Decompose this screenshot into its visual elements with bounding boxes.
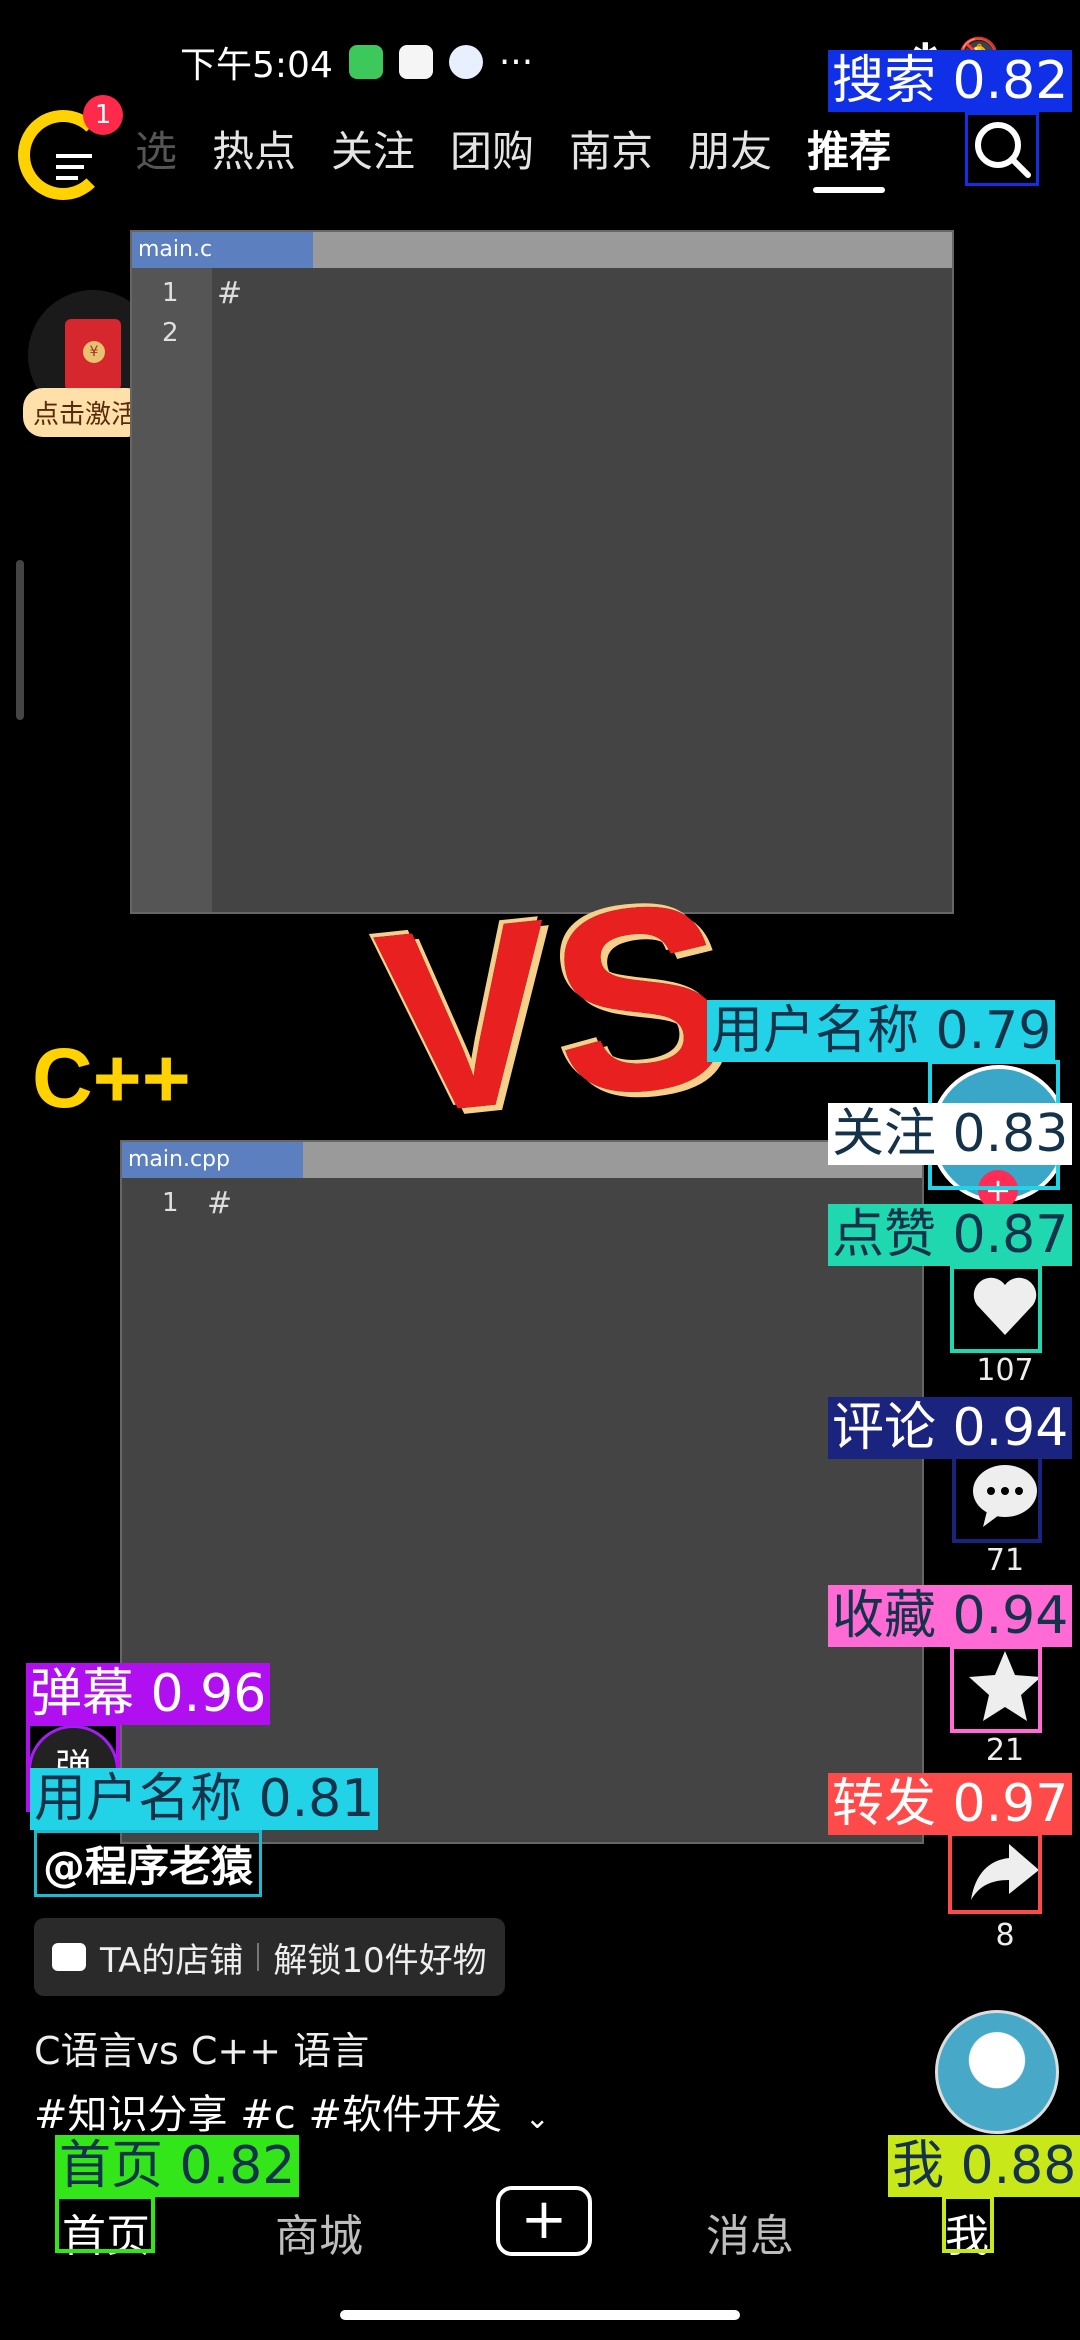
editor-content: #	[217, 276, 243, 311]
tab-nanjing[interactable]: 南京	[569, 118, 653, 179]
detection-label-follow: 关注 0.83	[828, 1103, 1073, 1165]
editor-main-cpp: main.cpp 1 #	[120, 1140, 924, 1844]
menu-button[interactable]: 1	[18, 95, 123, 205]
top-tabs: 选 热点 关注 团购 南京 朋友 推荐	[135, 118, 891, 193]
tab-friends[interactable]: 朋友	[688, 118, 772, 179]
nav-mall[interactable]: 商城	[275, 2200, 363, 2264]
home-indicator	[340, 2310, 740, 2320]
detection-label-home: 首页 0.82	[55, 2135, 300, 2197]
notification-badge: 1	[83, 95, 123, 135]
detection-box-like	[950, 1265, 1042, 1353]
detection-label-favorite: 收藏 0.94	[828, 1585, 1073, 1647]
search-button[interactable]	[965, 112, 1039, 186]
tab-partial[interactable]: 选	[135, 118, 177, 179]
editor-tab-main-c: main.c	[132, 232, 313, 268]
red-packet-label: 点击激活	[23, 388, 148, 437]
tab-recommend[interactable]: 推荐	[807, 118, 891, 193]
detection-label-username-top: 用户名称 0.79	[707, 1000, 1056, 1062]
expand-chevron-icon[interactable]: ⌄	[525, 2101, 550, 2136]
post-tags-text: #知识分享 #c #软件开发	[34, 2092, 502, 2138]
detection-box-home	[55, 2195, 155, 2253]
tab-follow[interactable]: 关注	[331, 118, 415, 179]
shop-banner[interactable]: TA的店铺 解锁10件好物	[34, 1918, 505, 1996]
detection-label-like: 点赞 0.87	[828, 1204, 1073, 1266]
editor-content: #	[207, 1186, 233, 1221]
like-count: 107	[976, 1353, 1034, 1388]
tab-hot[interactable]: 热点	[212, 118, 296, 179]
app-notification-icon	[348, 45, 383, 79]
line-number: 2	[162, 318, 179, 348]
tab-group-buy[interactable]: 团购	[450, 118, 534, 179]
detection-label-share: 转发 0.97	[828, 1773, 1073, 1835]
detection-box-share	[948, 1832, 1042, 1914]
create-post-button[interactable]: +	[496, 2186, 592, 2256]
detection-label-username: 用户名称 0.81	[30, 1768, 379, 1830]
app-notification-icon-2	[448, 45, 483, 79]
red-envelope-icon	[65, 319, 121, 391]
shop-label: TA的店铺	[100, 1940, 244, 1981]
status-time: 下午5:04	[180, 45, 333, 86]
favorite-count: 21	[985, 1733, 1025, 1768]
editor-main-c: main.c 1 2 #	[130, 230, 954, 914]
vs-graphic: VS	[365, 846, 741, 1172]
line-number: 1	[162, 278, 179, 308]
58-app-icon	[398, 45, 433, 79]
shop-separator	[257, 1943, 260, 1971]
shop-promo: 解锁10件好物	[273, 1940, 487, 1981]
shop-icon	[52, 1943, 86, 1971]
detection-box-me	[942, 2195, 994, 2253]
post-description: C语言vs C++ 语言	[34, 2029, 370, 2073]
cpp-label: C++	[32, 1031, 191, 1125]
editor-tab-main-cpp: main.cpp	[122, 1142, 303, 1178]
share-count: 8	[995, 1918, 1015, 1953]
nav-messages[interactable]: 消息	[706, 2200, 794, 2264]
detection-label-me: 我 0.88	[888, 2135, 1080, 2197]
comment-count: 71	[985, 1543, 1025, 1578]
detection-label-comment: 评论 0.94	[828, 1397, 1073, 1459]
line-number: 1	[162, 1188, 179, 1218]
music-disc-avatar[interactable]	[935, 2010, 1059, 2134]
detection-box-favorite	[950, 1645, 1042, 1733]
detection-label-search: 搜索 0.82	[828, 50, 1073, 112]
detection-box-comment	[952, 1455, 1042, 1543]
status-bar-left: 下午5:04 ···	[180, 36, 533, 88]
detection-label-danmu: 弹幕 0.96	[26, 1663, 271, 1725]
search-icon	[975, 122, 1031, 178]
status-more: ···	[498, 41, 534, 83]
post-tags[interactable]: #知识分享 #c #软件开发 ⌄	[34, 2082, 550, 2140]
scroll-indicator	[16, 560, 24, 720]
username-link[interactable]: @程序老猿	[34, 1830, 263, 1897]
